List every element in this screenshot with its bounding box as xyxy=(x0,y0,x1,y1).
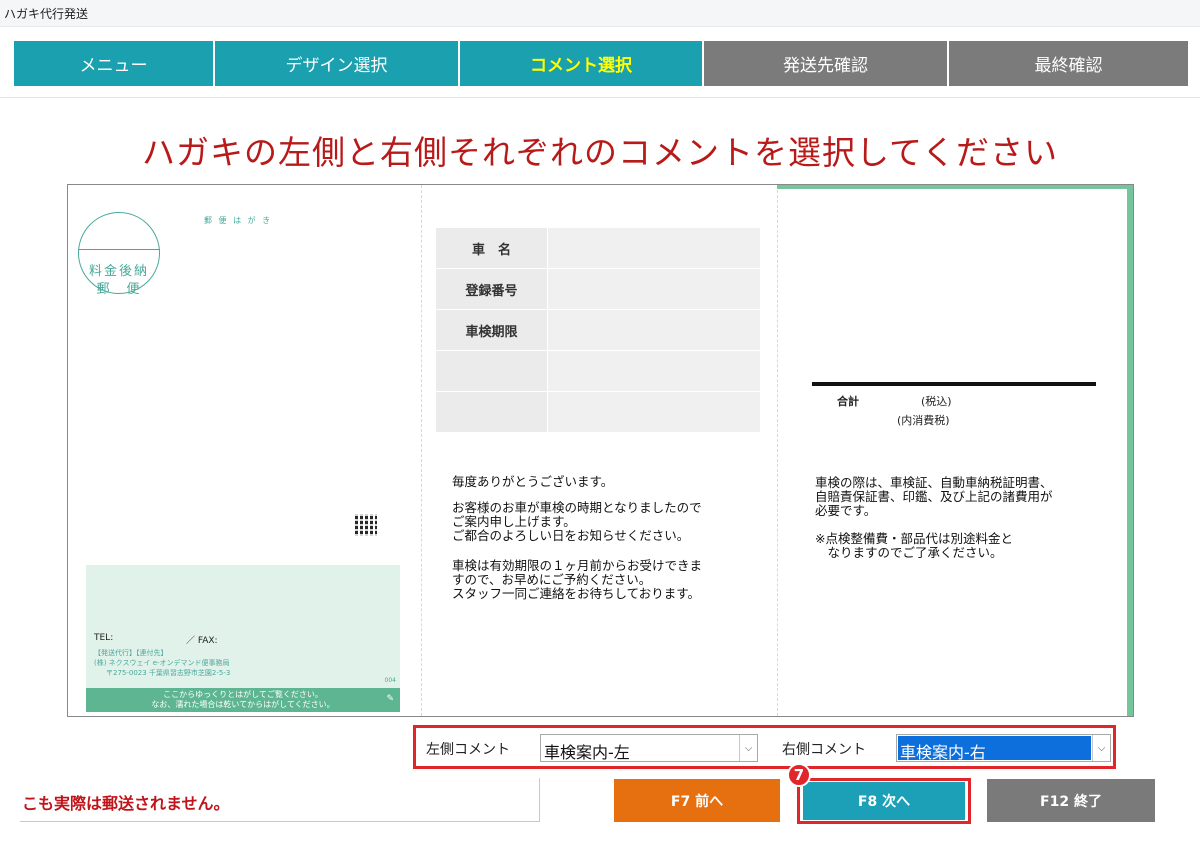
step-number-badge: 7 xyxy=(787,763,811,787)
chevron-down-icon[interactable]: ⌵ xyxy=(1092,735,1110,761)
step-tabs: メニュー デザイン選択 コメント選択 発送先確認 最終確認 xyxy=(14,41,1188,86)
table-value xyxy=(547,391,761,433)
total-label: 合計 xyxy=(837,395,859,408)
table-row: 登録番号 xyxy=(435,268,761,310)
sender-tel: TEL: xyxy=(94,633,114,643)
postage-stamp-line1: 料金後納 xyxy=(88,264,149,279)
tab-comment-select[interactable]: コメント選択 xyxy=(460,41,704,86)
postcard-right-comment-panel: 合計 (税込) (内消費税) 車検の際は、車検証、自動車納税証明書、 自賠責保証… xyxy=(777,185,1133,716)
page-heading: ハガキの左側と右側それぞれのコメントを選択してください xyxy=(141,133,1059,172)
peel-instruction-band: ここからゆっくりとはがしてご覧ください。 なお、濡れた場合は乾いてからはがしてく… xyxy=(86,688,400,712)
left-message-line: ご案内申し上げます。 xyxy=(452,514,576,529)
right-message-line: なりますのでご了承ください。 xyxy=(815,545,1003,560)
left-message-line: 車検は有効期限の１ヶ月前からお受けできま xyxy=(452,558,703,573)
left-message-line: すので、お早めにご予約ください。 xyxy=(452,572,652,587)
table-key: 車検期限 xyxy=(435,309,548,351)
left-comment-value: 車検案内-左 xyxy=(544,743,630,762)
sender-fax: ／ FAX: xyxy=(186,636,218,646)
tab-menu[interactable]: メニュー xyxy=(14,41,215,86)
postcard-left-comment-panel: 車 名 登録番号 車検期限 毎度ありがとうございます。 お客様のお車が車検の時期… xyxy=(421,185,777,716)
notice-text: こも実際は郵送されません。 xyxy=(22,794,230,813)
total-included-tax: (内消費税) xyxy=(897,414,950,427)
table-value xyxy=(547,350,761,392)
postcard-address-panel: 料金後納 郵 便 郵 便 は が き TEL: ／ FAX: 【発送代行】【連付… xyxy=(68,185,421,716)
notice-box: こも実際は郵送されません。 xyxy=(20,778,540,822)
postage-stamp-divider xyxy=(78,249,160,250)
table-value xyxy=(547,309,761,351)
postcard-preview: 料金後納 郵 便 郵 便 は が き TEL: ／ FAX: 【発送代行】【連付… xyxy=(67,184,1134,717)
peel-instruction-1: ここからゆっくりとはがしてご覧ください。 xyxy=(163,690,323,699)
table-value xyxy=(547,227,761,269)
sender-code: 004 xyxy=(384,677,396,684)
vehicle-info-table: 車 名 登録番号 車検期限 xyxy=(435,227,761,433)
sender-line-2: (株) ネクスウェイ e-オンデマンド便事務局 xyxy=(94,659,230,667)
total-tax-label: (税込) xyxy=(921,395,952,408)
sender-line-1: 【発送代行】【連付先】 xyxy=(94,649,168,657)
right-comment-label: 右側コメント xyxy=(782,742,866,758)
right-comment-select[interactable]: 車検案内-右 ⌵ xyxy=(896,734,1111,762)
prev-button[interactable]: F7 前へ xyxy=(614,779,780,822)
table-key: 車 名 xyxy=(435,227,548,269)
qr-code-overlay xyxy=(355,514,377,536)
tab-design-select[interactable]: デザイン選択 xyxy=(215,41,460,86)
peel-instruction-2: なお、濡れた場合は乾いてからはがしてください。 xyxy=(151,700,335,709)
chevron-down-icon[interactable]: ⌵ xyxy=(739,735,757,761)
left-message-line: スタッフ一同ご連絡をお待ちしております。 xyxy=(452,586,701,601)
right-comment-value: 車検案内-右 xyxy=(900,743,986,762)
total-divider xyxy=(812,382,1096,386)
sender-line-3: 〒275-0023 千葉県習志野市芝園2-5-3 xyxy=(106,669,231,677)
table-row xyxy=(435,350,761,392)
exit-button[interactable]: F12 終了 xyxy=(987,779,1155,822)
comment-selector-bar: 左側コメント 車検案内-左 ⌵ 右側コメント 車検案内-右 ⌵ xyxy=(413,725,1116,769)
left-message-line: ご都合のよろしい日をお知らせください。 xyxy=(452,528,690,543)
tabs-divider xyxy=(0,97,1200,98)
table-key: 登録番号 xyxy=(435,268,548,310)
right-message-line: 車検の際は、車検証、自動車納税証明書、 xyxy=(815,475,1053,490)
left-message-line: お客様のお車が車検の時期となりましたので xyxy=(452,500,702,515)
left-comment-label: 左側コメント xyxy=(426,742,510,758)
pencil-icon: ✎ xyxy=(386,694,394,704)
title-bar: ハガキ代行発送 xyxy=(0,0,1200,27)
table-row: 車検期限 xyxy=(435,309,761,351)
tab-destination-confirm[interactable]: 発送先確認 xyxy=(704,41,949,86)
table-key xyxy=(435,350,548,392)
postcard-mark: 郵 便 は が き xyxy=(204,216,273,225)
table-row: 車 名 xyxy=(435,227,761,269)
window-title: ハガキ代行発送 xyxy=(4,7,89,21)
sender-box: TEL: ／ FAX: 【発送代行】【連付先】 (株) ネクスウェイ e-オンデ… xyxy=(86,565,400,712)
table-key xyxy=(435,391,548,433)
tab-final-confirm[interactable]: 最終確認 xyxy=(949,41,1188,86)
table-row xyxy=(435,391,761,433)
left-message-greeting: 毎度ありがとうございます。 xyxy=(452,474,614,489)
right-message-line: ※点検整備費・部品代は別途料金と xyxy=(815,531,1013,546)
right-message-line: 自賠責保証書、印鑑、及び上記の諸費用が xyxy=(815,489,1053,504)
right-message-line: 必要です。 xyxy=(815,503,877,518)
postage-stamp-line2: 郵 便 xyxy=(96,282,142,297)
next-button[interactable]: F8 次へ xyxy=(803,782,965,820)
left-comment-select[interactable]: 車検案内-左 ⌵ xyxy=(540,734,758,762)
table-value xyxy=(547,268,761,310)
